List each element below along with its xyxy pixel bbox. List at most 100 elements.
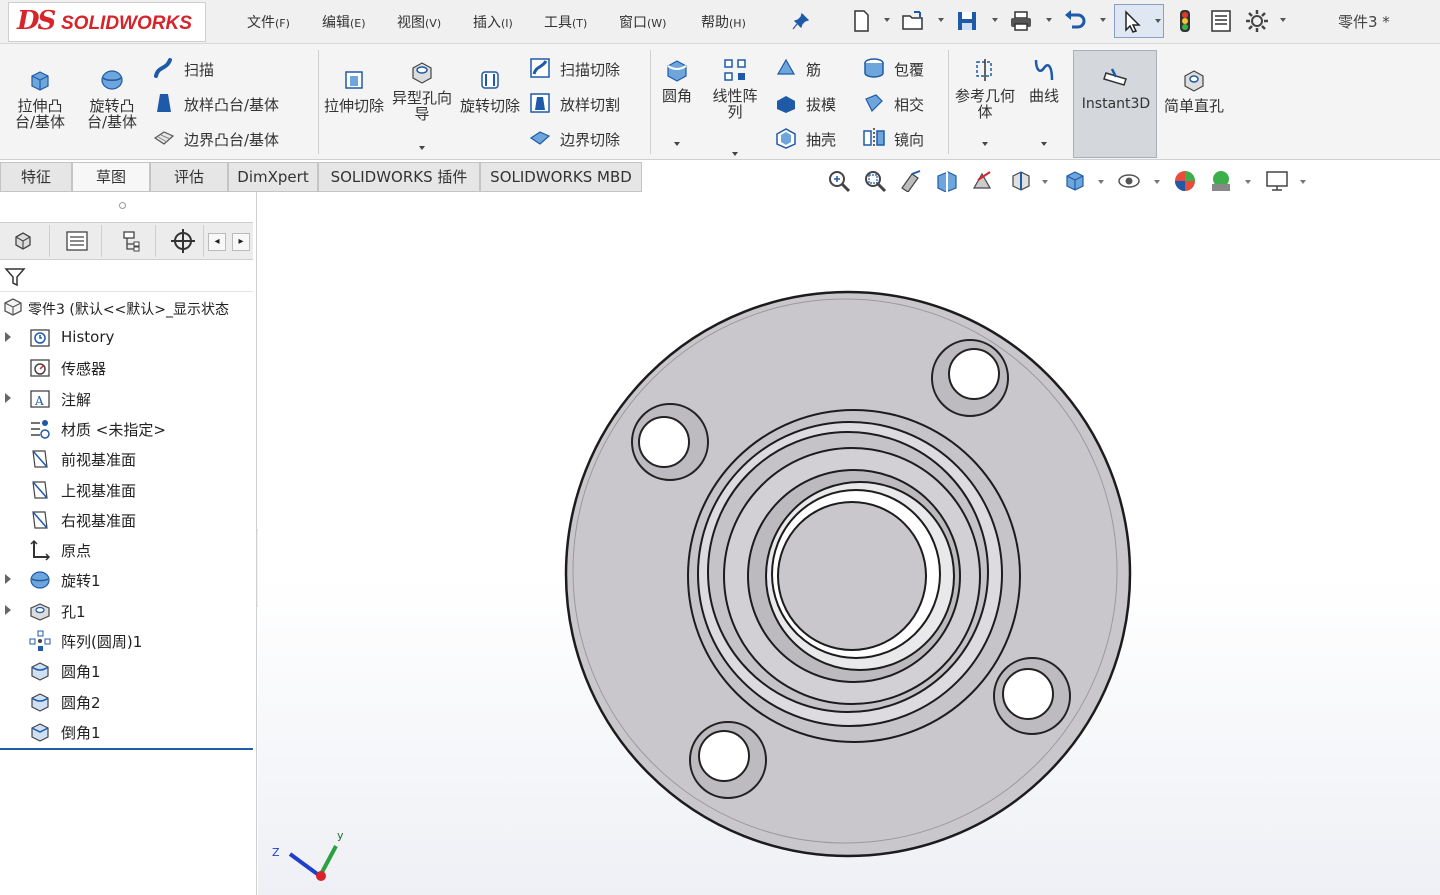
tree-item[interactable]: 阵列(圆周)1 — [0, 627, 253, 655]
tab-dimxpert-manager[interactable] — [160, 225, 204, 257]
graphics-area[interactable]: y Z — [258, 192, 1440, 895]
extrude-cut-button[interactable]: 拉伸切除 — [324, 66, 384, 114]
boundary-boss-button[interactable]: 边界凸台/基体 — [152, 124, 312, 154]
select-button[interactable] — [1114, 4, 1164, 38]
expand-arrow-icon[interactable] — [5, 574, 11, 585]
rib-button[interactable]: 筋 — [774, 54, 854, 84]
new-document-icon[interactable] — [848, 8, 874, 34]
menu-file[interactable]: 文件(F) — [247, 12, 290, 32]
open-folder-icon[interactable] — [900, 8, 926, 34]
dynamic-annotation-icon[interactable] — [970, 168, 996, 194]
save-dropdown-icon[interactable] — [992, 18, 998, 22]
undo-icon[interactable] — [1062, 8, 1088, 34]
swept-cut-button[interactable]: 扫描切除 — [528, 54, 640, 84]
tab-configuration-manager[interactable] — [106, 225, 156, 257]
tab-scroll-left-button[interactable]: ◂ — [208, 233, 226, 251]
menu-tools[interactable]: 工具(T) — [544, 12, 587, 32]
menu-view[interactable]: 视图(V) — [397, 12, 441, 32]
apply-scene-icon[interactable] — [1208, 168, 1234, 194]
apply-scene-dropdown-icon[interactable] — [1245, 180, 1251, 184]
tree-item[interactable]: 材质 <未指定> — [0, 415, 253, 443]
edit-appearance-icon[interactable] — [1172, 168, 1198, 194]
shell-button[interactable]: 抽壳 — [774, 124, 854, 154]
curves-button[interactable]: 曲线 — [1022, 56, 1066, 146]
tab-features[interactable]: 特征 — [0, 162, 72, 192]
extrude-boss-button[interactable]: 拉伸凸台/基体 — [8, 66, 72, 130]
options-dropdown-icon[interactable] — [1280, 18, 1286, 22]
tree-item[interactable]: 孔1 — [0, 597, 253, 625]
expand-arrow-icon[interactable] — [5, 392, 11, 403]
boundary-cut-button[interactable]: 边界切除 — [528, 124, 640, 154]
linear-pattern-button[interactable]: 线性阵列 — [706, 56, 764, 156]
save-icon[interactable] — [954, 8, 980, 34]
curves-dropdown-icon[interactable] — [1041, 142, 1047, 146]
display-style-icon[interactable] — [1062, 168, 1088, 194]
tree-root-part[interactable]: 零件3 (默认<<默认>_显示状态 — [0, 296, 253, 322]
tree-filter-bar[interactable] — [0, 262, 253, 292]
previous-view-icon[interactable] — [898, 168, 924, 194]
tree-item[interactable]: 旋转1 — [0, 566, 253, 594]
tab-dimxpert[interactable]: DimXpert — [228, 162, 318, 192]
menu-edit[interactable]: 编辑(E) — [322, 12, 366, 32]
section-view-icon[interactable] — [934, 168, 960, 194]
tab-sketch[interactable]: 草图 — [72, 162, 150, 192]
tab-scroll-right-button[interactable]: ▸ — [232, 233, 250, 251]
view-settings-dropdown-icon[interactable] — [1300, 180, 1306, 184]
panel-collapse-handle[interactable] — [119, 202, 126, 209]
menu-window[interactable]: 窗口(W) — [619, 12, 666, 32]
view-settings-monitor-icon[interactable] — [1264, 168, 1290, 194]
undo-dropdown-icon[interactable] — [1100, 18, 1106, 22]
mirror-button[interactable]: 镜向 — [862, 124, 942, 154]
reference-geometry-button[interactable]: 参考几何体 — [954, 56, 1016, 146]
display-style-dropdown-icon[interactable] — [1098, 180, 1104, 184]
print-dropdown-icon[interactable] — [1046, 18, 1052, 22]
tab-solidworks-mbd[interactable]: SOLIDWORKS MBD — [480, 162, 642, 192]
select-dropdown-icon[interactable] — [1155, 19, 1161, 23]
filter-funnel-icon[interactable] — [4, 266, 26, 288]
sweep-button[interactable]: 扫描 — [152, 54, 302, 84]
tree-item[interactable]: History — [0, 324, 253, 352]
simple-hole-button[interactable]: 简单直孔 — [1164, 66, 1224, 114]
tree-item[interactable]: 传感器 — [0, 354, 253, 382]
zoom-to-fit-icon[interactable] — [826, 168, 852, 194]
linear-pattern-dropdown-icon[interactable] — [732, 152, 738, 156]
hole-wizard-button[interactable]: 异型孔向导 — [392, 58, 452, 150]
revolve-boss-button[interactable]: 旋转凸台/基体 — [80, 66, 144, 130]
tree-item[interactable]: 倒角1 — [0, 718, 253, 746]
expand-arrow-icon[interactable] — [5, 604, 11, 615]
flange-part-model[interactable] — [558, 284, 1138, 864]
file-properties-icon[interactable] — [1208, 8, 1234, 34]
tree-item[interactable]: 上视基准面 — [0, 476, 253, 504]
zoom-to-area-icon[interactable] — [862, 168, 888, 194]
wrap-button[interactable]: 包覆 — [862, 54, 942, 84]
menu-help[interactable]: 帮助(H) — [701, 12, 746, 32]
tab-property-manager[interactable] — [52, 225, 102, 257]
rollback-bar[interactable] — [0, 748, 253, 750]
rebuild-traffic-light-icon[interactable] — [1172, 8, 1198, 34]
draft-button[interactable]: 拔模 — [774, 89, 854, 119]
fillet-button[interactable]: 圆角 — [656, 56, 698, 146]
menu-insert[interactable]: 插入(I) — [473, 12, 513, 32]
tree-item[interactable]: 前视基准面 — [0, 445, 253, 473]
loft-boss-button[interactable]: 放样凸台/基体 — [152, 89, 312, 119]
revolve-cut-button[interactable]: 旋转切除 — [460, 66, 520, 114]
reference-geometry-dropdown-icon[interactable] — [982, 142, 988, 146]
tab-evaluate[interactable]: 评估 — [150, 162, 228, 192]
new-dropdown-icon[interactable] — [884, 18, 890, 22]
tree-item[interactable]: 圆角2 — [0, 688, 253, 716]
open-dropdown-icon[interactable] — [938, 18, 944, 22]
tree-item[interactable]: 原点 — [0, 536, 253, 564]
hide-show-dropdown-icon[interactable] — [1154, 180, 1160, 184]
tab-feature-manager[interactable] — [0, 225, 50, 257]
hole-wizard-dropdown-icon[interactable] — [419, 146, 425, 150]
hide-show-items-icon[interactable] — [1116, 168, 1142, 194]
options-gear-icon[interactable] — [1244, 8, 1270, 34]
intersect-button[interactable]: 相交 — [862, 89, 942, 119]
solidworks-logo[interactable]: DS SOLIDWORKS — [8, 2, 206, 42]
fillet-dropdown-icon[interactable] — [674, 142, 680, 146]
view-orientation-dropdown-icon[interactable] — [1042, 180, 1048, 184]
tree-item[interactable]: 圆角1 — [0, 657, 253, 685]
lofted-cut-button[interactable]: 放样切割 — [528, 89, 640, 119]
instant3d-button[interactable]: Instant3D — [1073, 50, 1157, 158]
expand-arrow-icon[interactable] — [5, 332, 11, 342]
